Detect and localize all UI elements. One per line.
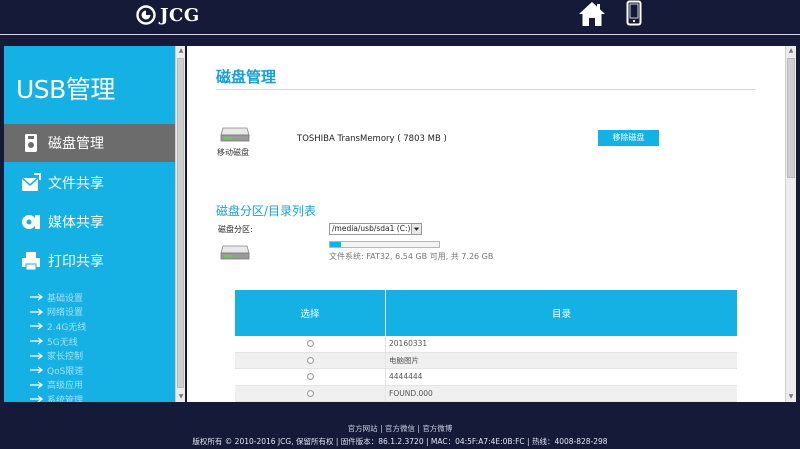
scroll-up-arrow-icon[interactable]: ▲ (787, 47, 795, 55)
sidebar-subitem[interactable]: 2.4G无线 (30, 319, 86, 334)
select-cell (235, 336, 386, 352)
sidebar-subitem-label: 基础设置 (47, 293, 84, 304)
sidebar-subitem[interactable]: 网络设置 (30, 305, 86, 320)
directory-cell: 4444444 (389, 372, 423, 382)
arrow-right-icon (30, 322, 44, 331)
logo-text: JCG (160, 4, 200, 26)
disk-usage-bar (329, 241, 440, 248)
table-row: 电脑图片 (235, 352, 737, 369)
device-name: TOSHIBA TransMemory ( 7803 MB ) (297, 134, 447, 144)
hard-disk-icon (220, 245, 250, 260)
sidebar-subitem[interactable]: 5G无线 (30, 334, 86, 349)
home-icon[interactable] (578, 0, 606, 28)
main-content: 磁盘管理 移动磁盘 TOSHIBA TransMemory ( 7803 MB … (187, 46, 785, 402)
footer-copyright: 版权所有 © 2010-2016 JCG, 保留所有权 | 固件版本：86.1.… (192, 437, 608, 446)
col-header-select: 选择 (235, 290, 386, 336)
sidebar-item-label: 磁盘管理 (48, 136, 104, 152)
file-share-icon (21, 173, 41, 191)
select-cell (235, 352, 386, 368)
row-radio[interactable] (306, 356, 314, 364)
sidebar-subitem-label: 5G无线 (47, 337, 78, 348)
top-bar: JCG (0, 0, 800, 34)
sidebar-item-print-share[interactable]: 打印共享 (4, 242, 175, 280)
select-cell (235, 369, 386, 385)
device-caption: 移动磁盘 (217, 148, 249, 157)
sidebar-subitem-label: QoS限速 (47, 366, 84, 377)
col-header-directory: 目录 (551, 309, 571, 320)
footer-links: 官方网站 | 官方微信 | 官方微博 (0, 423, 800, 434)
sidebar-item-label: 打印共享 (48, 254, 104, 270)
arrow-right-icon (30, 381, 44, 389)
table-body: 20160331 电脑图片 4444444 FOUND.000 (235, 336, 737, 402)
partition-select-value: /media/usb/sda1 (C:) (332, 224, 411, 233)
sidebar-subitem-label: 系统管理 (47, 395, 84, 402)
logo: JCG (136, 4, 200, 26)
sidebar-subitem[interactable]: QoS限速 (30, 363, 86, 378)
scroll-up-arrow-icon[interactable]: ▲ (177, 47, 185, 55)
row-radio[interactable] (306, 389, 314, 397)
sidebar-item-file-share[interactable]: 文件共享 (4, 164, 175, 202)
row-radio[interactable] (306, 373, 314, 381)
table-row: 20160331 (235, 336, 737, 353)
disk-usage-fill (330, 242, 341, 247)
footer-separator: | (380, 424, 383, 433)
sidebar-subitem-label: 2.4G无线 (47, 322, 87, 333)
directory-cell: 20160331 (389, 339, 428, 349)
official-site-link[interactable]: 官方网站 (348, 424, 378, 433)
usb-drive-icon (25, 134, 37, 152)
official-weibo-link[interactable]: 官方微博 (422, 424, 452, 433)
arrow-right-icon (30, 352, 44, 360)
sidebar-subitem[interactable]: 高级应用 (30, 378, 86, 393)
arrow-right-icon (30, 308, 44, 316)
jcg-logo-icon (136, 5, 156, 25)
sidebar-subitem[interactable]: 基础设置 (30, 290, 86, 305)
sidebar-item-disk-management[interactable]: 磁盘管理 (4, 124, 175, 162)
printer-icon (22, 252, 40, 271)
title-divider (216, 89, 756, 90)
directory-table: 选择 目录 20160331 电脑图片 4444444 FOUND.000 (235, 290, 737, 402)
remove-disk-button[interactable]: 移除磁盘 (598, 130, 659, 146)
media-share-icon (22, 215, 40, 229)
sidebar: USB管理 磁盘管理 文件共享 媒体共享 打印共享 基础设置 网络设置 2.4G… (4, 46, 175, 402)
sidebar-scrollbar[interactable]: ▲ ▼ (175, 46, 185, 402)
footer-separator: | (417, 424, 420, 433)
arrow-right-icon (30, 395, 44, 402)
page-title: 磁盘管理 (216, 68, 277, 86)
official-wechat-link[interactable]: 官方微信 (385, 424, 415, 433)
sidebar-subitem-label: 高级应用 (47, 381, 84, 392)
scrollbar-thumb[interactable] (177, 58, 184, 388)
hard-disk-icon (220, 127, 250, 142)
main-scrollbar[interactable]: ▲ ▼ (785, 46, 796, 402)
sidebar-subitem-label: 家长控制 (47, 352, 84, 363)
arrow-right-icon (30, 366, 44, 374)
table-row: 4444444 (235, 369, 737, 386)
arrow-right-icon (30, 293, 44, 301)
partition-label: 磁盘分区: (218, 225, 253, 234)
chevron-down-icon (411, 224, 421, 234)
scrollbar-thumb[interactable] (787, 58, 795, 178)
mobile-phone-icon[interactable] (626, 0, 642, 26)
table-header: 选择 目录 (235, 290, 737, 336)
partition-section-title: 磁盘分区/目录列表 (216, 204, 317, 218)
sidebar-subitem-label: 网络设置 (47, 308, 84, 319)
select-cell (235, 385, 386, 401)
scroll-down-arrow-icon[interactable]: ▼ (177, 393, 185, 401)
sidebar-sub-list: 基础设置 网络设置 2.4G无线 5G无线 家长控制 QoS限速 高级应用 系统… (30, 290, 86, 402)
header-divider (0, 34, 800, 35)
arrow-right-icon (30, 337, 44, 345)
sidebar-title: USB管理 (16, 75, 115, 104)
sidebar-subitem[interactable]: 系统管理 (30, 392, 86, 402)
sidebar-subitem[interactable]: 家长控制 (30, 348, 86, 363)
directory-cell: 电脑图片 (389, 355, 419, 365)
sidebar-item-media-share[interactable]: 媒体共享 (4, 203, 175, 241)
row-radio[interactable] (306, 340, 314, 348)
filesystem-info: 文件系统: FAT32, 6.54 GB 可用, 共 7.26 GB (329, 252, 494, 261)
sidebar-item-label: 文件共享 (48, 176, 104, 192)
directory-cell: FOUND.000 (389, 388, 433, 398)
sidebar-item-label: 媒体共享 (48, 215, 104, 231)
table-row: FOUND.000 (235, 385, 737, 402)
partition-select[interactable]: /media/usb/sda1 (C:) (329, 223, 422, 235)
scroll-down-arrow-icon[interactable]: ▼ (787, 393, 795, 401)
